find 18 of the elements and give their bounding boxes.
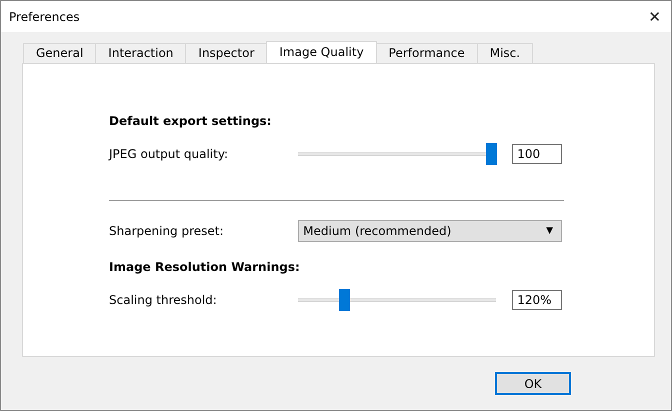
tab[interactable]: General: [23, 43, 96, 63]
value-field[interactable]: 100: [512, 144, 562, 164]
section-heading: Default export settings:: [109, 113, 272, 130]
field-label: JPEG output quality:: [109, 147, 230, 161]
section-heading: Image Resolution Warnings:: [109, 259, 301, 276]
close-icon[interactable]: ✕: [648, 8, 661, 26]
slider-thumb[interactable]: [486, 143, 498, 165]
caret-icon: ▼: [546, 226, 553, 236]
tab[interactable]: Misc.: [476, 43, 534, 63]
tab[interactable]: Image Quality: [266, 41, 377, 63]
dropdown-value: Medium (recommended): [303, 224, 452, 238]
field-label: Scaling threshold:: [109, 293, 218, 307]
field-label: Sharpening preset:: [109, 224, 225, 238]
slider-thumb[interactable]: [339, 289, 350, 311]
window-title: Preferences: [9, 10, 80, 24]
value-field[interactable]: 120%: [512, 290, 562, 310]
dropdown[interactable]: Medium (recommended) ▼: [298, 220, 562, 242]
ok-button[interactable]: OK: [495, 372, 571, 395]
